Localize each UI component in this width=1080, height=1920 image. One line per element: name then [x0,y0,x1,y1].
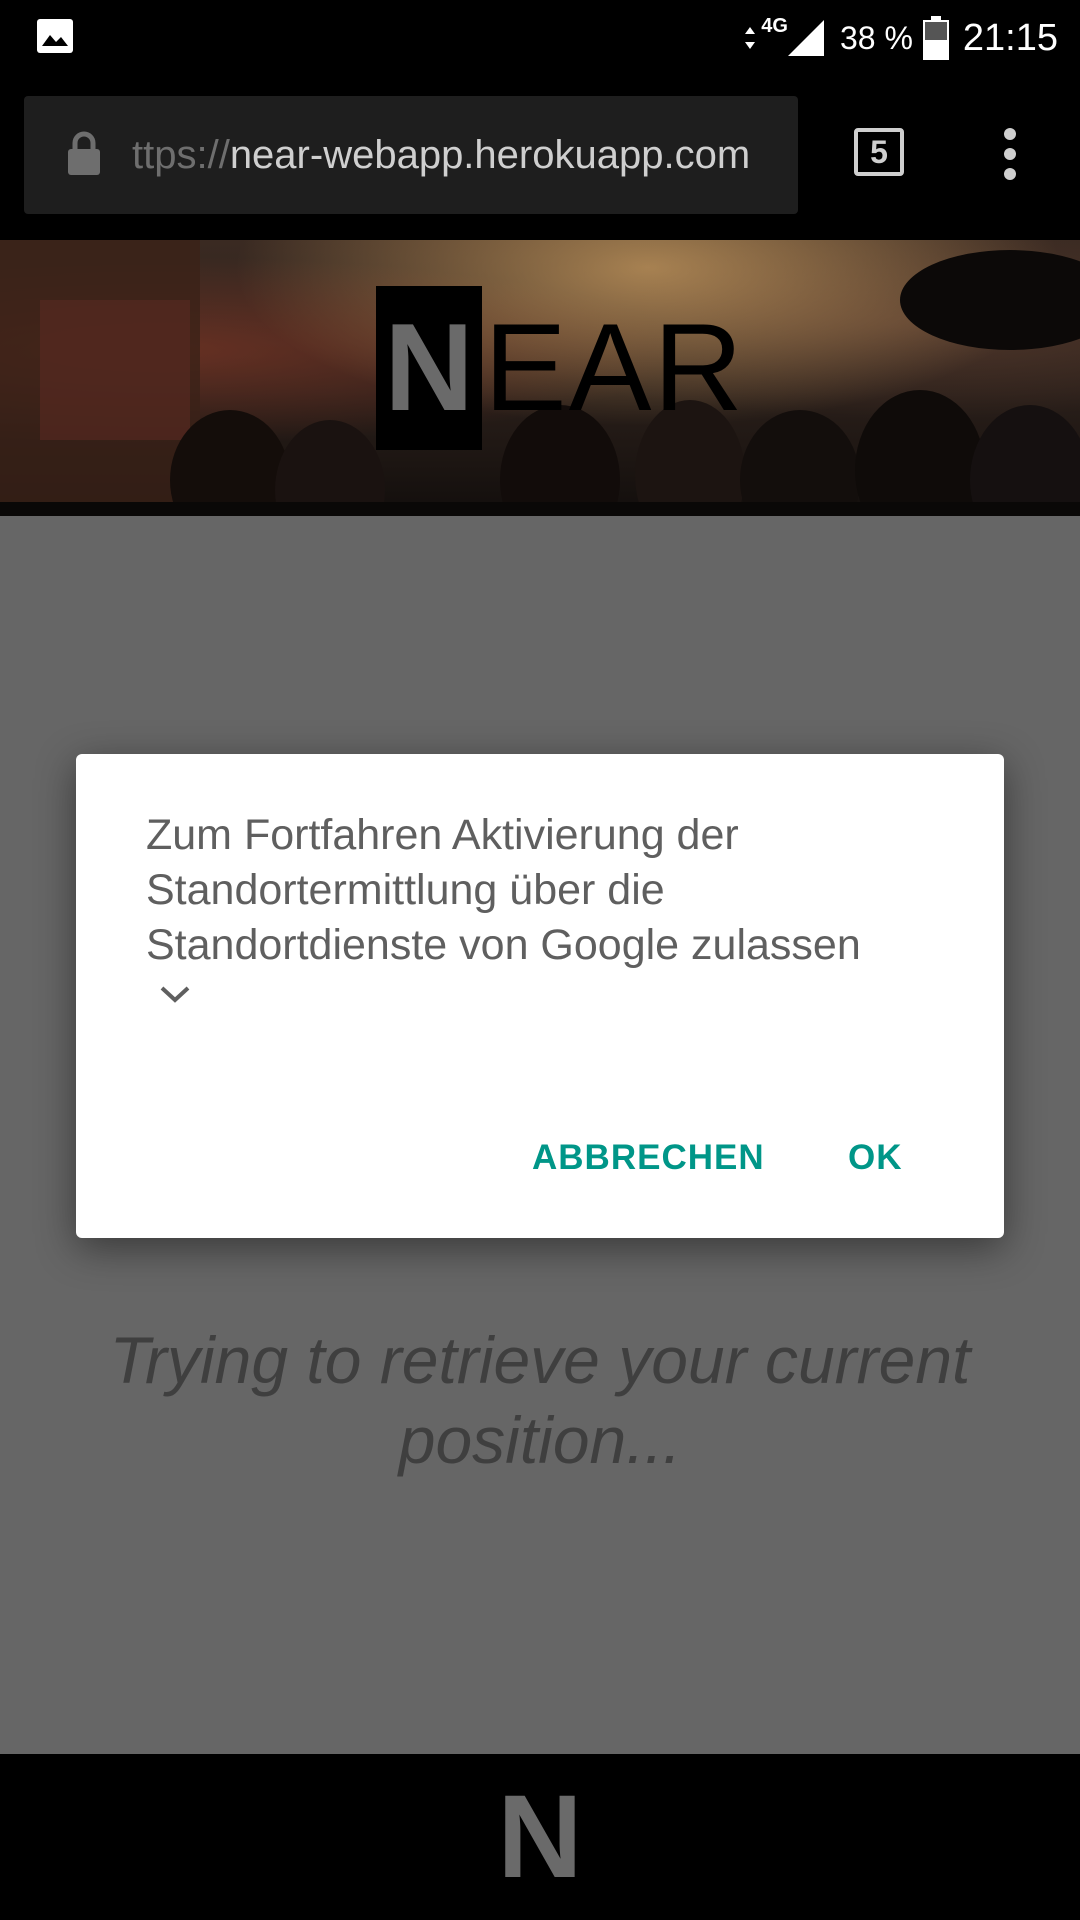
cancel-button[interactable]: ABBRECHEN [532,1128,765,1188]
network-indicator: 4G [743,14,826,58]
data-arrows-icon [745,27,756,49]
lock-icon [68,131,100,175]
footer-logo: N [497,1771,583,1903]
image-icon [37,19,73,53]
clock: 21:15 [962,16,1058,59]
battery-icon [922,16,949,60]
url-text: ttps://near-webapp.herokuapp.com [132,96,750,214]
battery-percent: 38 % [839,19,913,56]
status-bar: 4G 38 % 21:15 [0,0,1080,76]
tab-switcher-button[interactable]: 5 [854,128,904,176]
location-status-message: Trying to retrieve your current position… [109,1323,971,1477]
network-type: 4G [761,14,788,37]
footer: N [0,1754,1080,1920]
near-logo: N EAR [376,286,745,450]
dialog-message: Zum Fortfahren Aktivierung der Standorte… [146,811,861,969]
location-permission-dialog: Zum Fortfahren Aktivierung der Standorte… [76,754,1004,1238]
logo-text: EAR [484,299,745,437]
url-bar[interactable]: ttps://near-webapp.herokuapp.com [24,96,798,214]
header-banner: N EAR [0,240,1080,516]
ok-button[interactable]: OK [848,1128,903,1188]
logo-letter-n: N [376,286,482,450]
status-icons: 4G 38 % 21:15 [743,12,1058,64]
browser-toolbar: ttps://near-webapp.herokuapp.com 5 [0,76,1080,240]
signal-icon [787,20,824,56]
chevron-down-icon[interactable] [158,982,192,1006]
more-vert-icon[interactable] [990,124,1030,184]
url-scheme: ttps:// [132,133,230,177]
url-host: near-webapp.herokuapp.com [229,133,751,177]
